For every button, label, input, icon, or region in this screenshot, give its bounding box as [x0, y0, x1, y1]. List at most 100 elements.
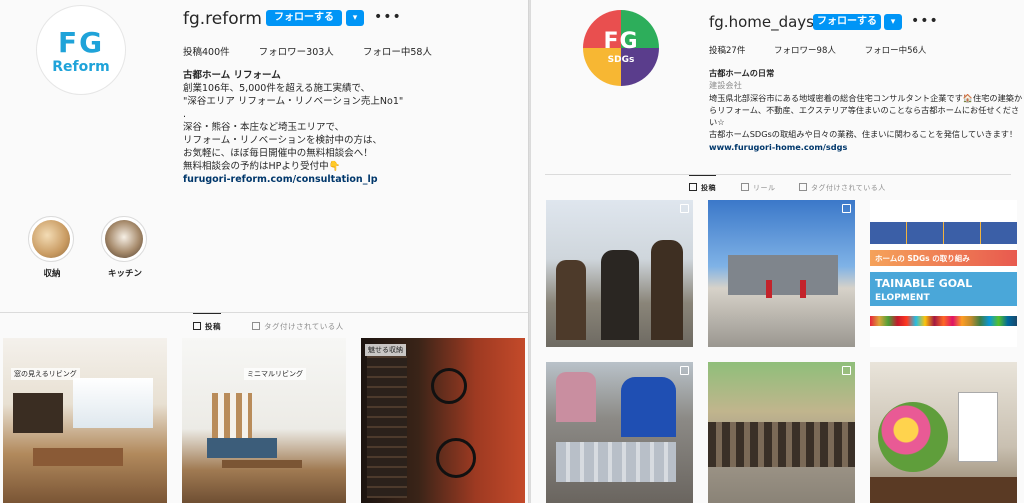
- tab-posts[interactable]: 投稿: [689, 175, 716, 193]
- table-image: [222, 460, 302, 468]
- post-caption: 魅せる収納: [365, 344, 406, 356]
- profile-stats: 投稿400件 フォロワー303人 フォロー中58人: [183, 44, 458, 58]
- multi-post-icon: [842, 366, 851, 375]
- profile-avatar[interactable]: FG SDGs: [583, 10, 659, 86]
- bio-line: 無料相談会の予約はHPより受付中👇: [183, 161, 341, 172]
- shelf-image: [212, 393, 252, 438]
- tabs-divider: [0, 312, 528, 313]
- tabs-divider: [545, 174, 1011, 175]
- posts-count: 投稿27件: [709, 46, 746, 56]
- post-thumbnail[interactable]: [708, 362, 855, 503]
- suggested-accounts-button[interactable]: ▾: [346, 10, 364, 26]
- person-image: [800, 280, 806, 298]
- highlight-storage[interactable]: 収納: [28, 216, 76, 279]
- tab-tagged[interactable]: タグ付けされている人: [799, 183, 886, 193]
- profile-bio: 古都ホームの日常 建設会社 埼玉県北部深谷市にある地域密着の総合住宅コンサルタン…: [709, 67, 1022, 153]
- post-thumbnail[interactable]: 窓の見えるリビング: [3, 338, 167, 503]
- sdg-colors-bar-image: [870, 316, 1017, 326]
- posts-count: 投稿400件: [183, 47, 230, 58]
- avatar-logo-subtext: Reform: [52, 59, 110, 75]
- tag-icon: [252, 322, 260, 330]
- post-thumbnail[interactable]: [546, 362, 693, 503]
- tab-posts[interactable]: 投稿: [193, 313, 221, 332]
- tag-icon: [799, 183, 807, 191]
- following-count[interactable]: フォロー中56人: [865, 46, 927, 56]
- person-image: [621, 377, 676, 437]
- post-caption: ミニマルリビング: [244, 368, 306, 380]
- follow-button[interactable]: フォローする: [813, 14, 881, 30]
- profile-username: fg.reform: [183, 9, 262, 29]
- followers-count[interactable]: フォロワー303人: [259, 47, 334, 58]
- person-image: [651, 240, 683, 340]
- person-image: [556, 260, 586, 340]
- bio-line: 深谷・熊谷・本庄など埼玉エリアで、: [183, 122, 345, 133]
- sign-board-image: [958, 392, 998, 462]
- post-thumbnail[interactable]: [708, 200, 855, 347]
- chevron-down-icon: ▾: [352, 13, 358, 23]
- highlight-label: 収納: [43, 269, 61, 279]
- avatar-logo-text: FG: [603, 29, 639, 54]
- bio-name: 古都ホームの日常: [709, 68, 775, 78]
- bio-link[interactable]: furugori-reform.com/consultation_lp: [183, 173, 403, 186]
- table-image: [870, 477, 1017, 503]
- bio-line: 埼玉県北部深谷市にある地域密着の総合住宅コンサルタント企業です🏠住宅の建築か: [709, 92, 1023, 103]
- goals-banner-image: [870, 222, 1017, 244]
- following-count[interactable]: フォロー中58人: [363, 47, 432, 58]
- post-caption: TAINABLE GOAL: [875, 277, 973, 290]
- post-caption: ホームの SDGs の取り組み: [875, 254, 970, 263]
- tab-reels[interactable]: リール: [741, 183, 776, 193]
- group-image: [708, 422, 855, 467]
- sofa-image: [207, 438, 277, 458]
- bio-line: 創業106年、5,000件を超える施工実績で、: [183, 83, 371, 94]
- post-caption: 窓の見えるリビング: [11, 368, 80, 380]
- suggested-accounts-button[interactable]: ▾: [884, 14, 902, 30]
- bio-line: リフォーム・リノベーションを検討中の方は、: [183, 135, 383, 146]
- person-image: [556, 372, 596, 422]
- tv-cabinet-image: [13, 393, 63, 433]
- grid-icon: [193, 322, 201, 330]
- bicycle-wheel-image: [431, 368, 467, 404]
- multi-post-icon: [842, 204, 851, 213]
- post-thumbnail[interactable]: [546, 200, 693, 347]
- profile-panel-fg-reform: FG Reform fg.reform フォローする ▾ ••• 投稿400件 …: [0, 0, 528, 503]
- building-image: [728, 255, 838, 295]
- person-image: [601, 250, 639, 340]
- profile-bio: 古都ホーム リフォーム 創業106年、5,000件を超える施工実績で、 "深谷エ…: [183, 69, 403, 186]
- multi-post-icon: [680, 204, 689, 213]
- tab-tagged[interactable]: タグ付けされている人: [252, 321, 344, 332]
- bio-name: 古都ホーム リフォーム: [183, 70, 281, 81]
- grill-image: [556, 442, 676, 482]
- profile-avatar[interactable]: FG Reform: [36, 5, 126, 95]
- followers-count[interactable]: フォロワー98人: [774, 46, 836, 56]
- bio-line: .: [183, 109, 187, 120]
- bio-line: "深谷エリア リフォーム・リノベーション売上No1": [183, 96, 404, 107]
- follow-button[interactable]: フォローする: [266, 10, 342, 26]
- window-image: [73, 378, 153, 428]
- table-image: [33, 448, 123, 466]
- post-thumbnail[interactable]: 魅せる収納: [361, 338, 525, 503]
- grid-icon: [689, 183, 697, 191]
- bio-line: 古都ホームSDGsの取組みや日々の業務、住まいに関わることを発信していきます！: [709, 129, 1018, 140]
- post-thumbnail[interactable]: [870, 362, 1017, 503]
- profile-username: fg.home_days: [709, 13, 814, 31]
- reels-icon: [741, 183, 749, 191]
- post-caption: ELOPMENT: [875, 293, 930, 303]
- bio-category: 建設会社: [709, 80, 742, 91]
- bio-link[interactable]: www.furugori-home.com/sdgs: [709, 141, 1022, 153]
- post-thumbnail[interactable]: ミニマルリビング: [182, 338, 346, 503]
- highlight-kitchen[interactable]: キッチン: [101, 216, 149, 279]
- post-thumbnail[interactable]: ホームの SDGs の取り組み TAINABLE GOAL ELOPMENT: [870, 200, 1017, 347]
- chevron-down-icon: ▾: [890, 17, 896, 27]
- bio-line: お気軽に、ほぼ毎日開催中の無料相談会へ！: [183, 148, 373, 159]
- profile-panel-fg-home-days: FG SDGs fg.home_days フォローする ▾ ••• 投稿27件 …: [530, 0, 1024, 503]
- bicycle-wheel-image: [436, 438, 476, 478]
- ellipsis-icon[interactable]: •••: [374, 10, 402, 24]
- highlight-cover: [28, 216, 74, 262]
- multi-post-icon: [680, 366, 689, 375]
- person-image: [766, 280, 772, 298]
- avatar-logo-text: FG: [57, 26, 105, 59]
- bio-line: い☆: [709, 117, 725, 128]
- bio-line: らリフォーム、不動産、エクステリア等住まいのことなら古都ホームにお任せくださ: [709, 104, 1020, 115]
- ellipsis-icon[interactable]: •••: [911, 14, 939, 28]
- highlight-cover: [101, 216, 147, 262]
